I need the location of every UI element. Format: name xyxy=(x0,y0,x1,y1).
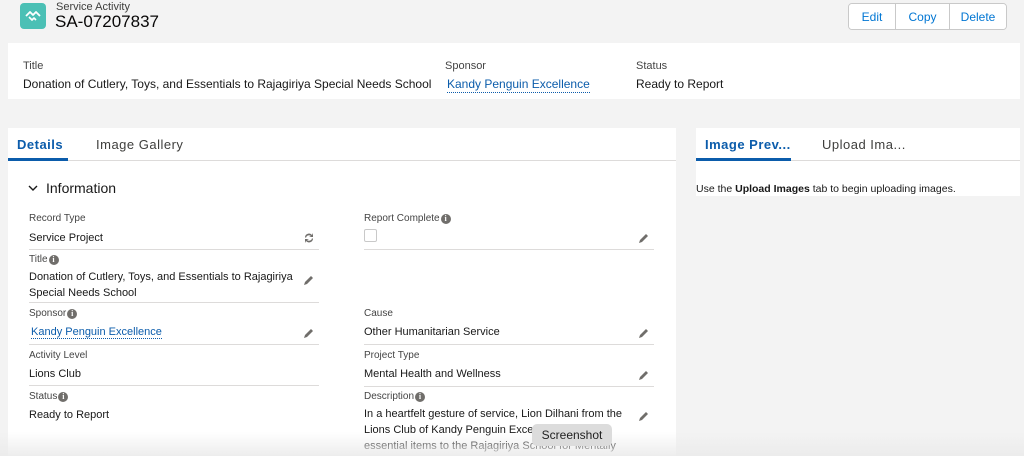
information-section-toggle[interactable]: Information xyxy=(28,180,116,196)
pencil-edit-icon[interactable] xyxy=(303,274,315,286)
highlight-sponsor: Sponsor Kandy Penguin Excellence xyxy=(445,60,590,93)
active-tab-indicator xyxy=(696,158,791,161)
delete-button[interactable]: Delete xyxy=(949,4,1006,29)
info-icon[interactable]: i xyxy=(440,213,451,224)
upload-instructions: Use the Upload Images tab to begin uploa… xyxy=(696,183,956,195)
info-icon[interactable]: i xyxy=(415,391,426,402)
info-icon[interactable]: i xyxy=(48,254,59,265)
bottom-shadow xyxy=(0,432,1024,456)
field-label: Record Type xyxy=(29,213,86,224)
field-cause: Cause Other Humanitarian Service xyxy=(364,308,500,340)
field-value: Mental Health and Wellness xyxy=(364,368,501,380)
pencil-edit-icon[interactable] xyxy=(303,327,315,339)
tab-image-preview[interactable]: Image Prev... xyxy=(705,137,791,152)
field-divider xyxy=(29,249,319,250)
tab-image-gallery[interactable]: Image Gallery xyxy=(96,137,183,152)
highlight-sponsor-link[interactable]: Kandy Penguin Excellence xyxy=(447,77,590,93)
details-card: Details Image Gallery Information Record… xyxy=(8,128,676,456)
image-tab-bar: Image Prev... Upload Ima... xyxy=(696,128,1020,161)
highlight-title-label: Title xyxy=(23,60,44,72)
handshake-icon xyxy=(20,3,46,29)
image-preview-card: Image Prev... Upload Ima... Use the Uplo… xyxy=(696,128,1020,196)
change-record-type-icon[interactable] xyxy=(303,232,315,244)
action-button-group: Edit Copy Delete xyxy=(848,3,1007,30)
field-divider xyxy=(29,344,319,345)
report-complete-checkbox[interactable] xyxy=(364,229,377,242)
sponsor-link[interactable]: Kandy Penguin Excellence xyxy=(31,326,162,339)
field-divider xyxy=(364,386,654,387)
section-title: Information xyxy=(46,180,117,196)
tab-upload-images[interactable]: Upload Ima... xyxy=(822,137,906,152)
highlight-sponsor-label: Sponsor xyxy=(445,60,486,72)
field-divider xyxy=(364,344,654,345)
field-project-type: Project Type Mental Health and Wellness xyxy=(364,350,501,382)
field-label: Sponsor xyxy=(29,308,67,319)
info-icon[interactable]: i xyxy=(67,308,78,319)
record-name: SA-07207837 xyxy=(55,12,159,31)
field-label: Project Type xyxy=(364,350,420,361)
tab-details[interactable]: Details xyxy=(17,137,63,152)
field-label: Title xyxy=(29,254,48,265)
field-divider xyxy=(29,385,319,386)
field-label: Report Complete xyxy=(364,213,440,224)
field-value: Service Project xyxy=(29,232,103,244)
highlights-panel: Title Donation of Cutlery, Toys, and Ess… xyxy=(8,43,1020,99)
field-value: Other Humanitarian Service xyxy=(364,326,500,338)
details-tab-bar: Details Image Gallery xyxy=(8,128,676,161)
field-divider xyxy=(29,302,319,303)
field-value: Lions Club xyxy=(29,368,81,380)
field-report-complete: Report Complete i xyxy=(364,213,451,242)
highlight-status: Status Ready to Report xyxy=(636,60,723,91)
field-value: Ready to Report xyxy=(29,409,110,421)
field-value: Donation of Cutlery, Toys, and Essential… xyxy=(29,271,293,299)
field-sponsor: Sponsor i Kandy Penguin Excellence xyxy=(29,308,162,340)
field-label: Status xyxy=(29,391,58,402)
info-icon[interactable]: i xyxy=(58,391,69,402)
field-activity-level: Activity Level Lions Club xyxy=(29,350,87,382)
highlight-status-value: Ready to Report xyxy=(636,77,724,91)
pencil-edit-icon[interactable] xyxy=(638,232,650,244)
field-title: Title i Donation of Cutlery, Toys, and Es… xyxy=(29,254,299,301)
field-status: Status i Ready to Report xyxy=(29,391,109,423)
screenshot-tooltip: Screenshot xyxy=(532,424,612,446)
edit-button[interactable]: Edit xyxy=(849,4,895,29)
pencil-edit-icon[interactable] xyxy=(638,369,650,381)
field-label: Description xyxy=(364,391,415,402)
field-record-type: Record Type Service Project xyxy=(29,213,103,246)
field-label: Activity Level xyxy=(29,350,88,361)
field-divider xyxy=(364,249,654,250)
highlight-title: Title Donation of Cutlery, Toys, and Ess… xyxy=(23,60,431,91)
copy-button[interactable]: Copy xyxy=(895,4,949,29)
pencil-edit-icon[interactable] xyxy=(638,327,650,339)
chevron-down-icon xyxy=(28,185,38,191)
highlight-title-value: Donation of Cutlery, Toys, and Essential… xyxy=(23,77,432,91)
pencil-edit-icon[interactable] xyxy=(638,410,650,422)
active-tab-indicator xyxy=(8,158,68,161)
field-label: Cause xyxy=(364,308,393,319)
highlight-status-label: Status xyxy=(636,60,668,72)
record-header: Service Activity SA-07207837 Edit Copy D… xyxy=(0,0,1024,42)
